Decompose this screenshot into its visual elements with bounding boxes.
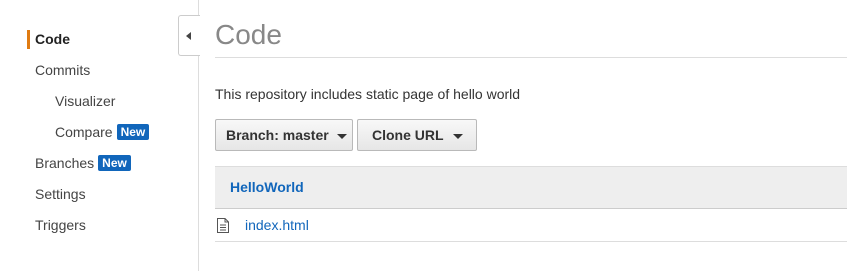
clone-url-button[interactable]: Clone URL [357, 119, 477, 151]
collapse-sidebar-button[interactable] [178, 15, 200, 56]
caret-down-icon [453, 134, 463, 139]
page-title: Code [215, 19, 282, 50]
sidebar-item-visualizer[interactable]: Visualizer [55, 92, 115, 110]
chevron-left-icon [186, 32, 191, 40]
sidebar-item-commits[interactable]: Commits [35, 61, 90, 79]
sidebar-item-compare[interactable]: Compare New [55, 123, 150, 141]
sidebar-item-label: Commits [35, 62, 91, 78]
caret-down-icon [337, 134, 347, 139]
title-divider [215, 57, 847, 58]
sidebar-item-label: Visualizer [55, 93, 116, 109]
file-table-header: HelloWorld [215, 166, 847, 209]
file-icon [217, 218, 229, 238]
sidebar: Code Commits Visualizer Compare New Branc… [0, 0, 199, 271]
new-badge: New [116, 124, 150, 140]
repository-root-link[interactable]: HelloWorld [230, 179, 304, 195]
branch-dropdown-button[interactable]: Branch: master [215, 119, 353, 151]
sidebar-item-triggers[interactable]: Triggers [35, 216, 86, 234]
sidebar-item-code[interactable]: Code [35, 30, 70, 48]
branch-button-label: Branch: master [226, 127, 329, 143]
sidebar-item-label: Triggers [35, 217, 86, 233]
sidebar-item-label: Code [35, 31, 70, 47]
sidebar-item-settings[interactable]: Settings [35, 185, 86, 203]
sidebar-item-label: Branches [35, 155, 95, 171]
sidebar-item-branches[interactable]: Branches New [35, 154, 131, 172]
sidebar-item-label: Compare [55, 124, 113, 140]
active-indicator [27, 30, 30, 49]
new-badge: New [98, 155, 131, 171]
repository-description: This repository includes static page of … [215, 86, 521, 102]
sidebar-item-label: Settings [35, 186, 86, 202]
file-link[interactable]: index.html [245, 217, 309, 233]
clone-button-label: Clone URL [372, 127, 444, 143]
file-row[interactable]: index.html [215, 209, 847, 242]
